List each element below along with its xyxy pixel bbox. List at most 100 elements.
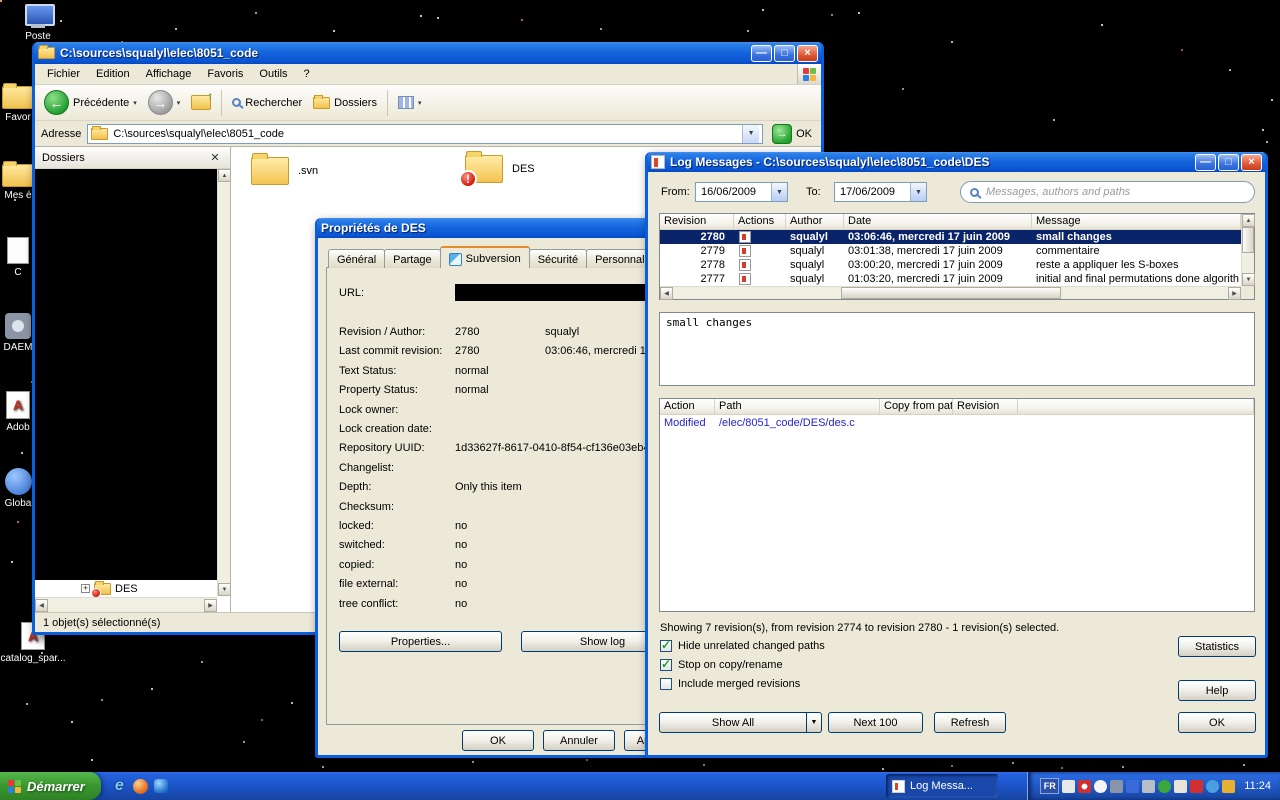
- checkbox-icon[interactable]: [660, 640, 672, 652]
- tray-icon[interactable]: [1062, 780, 1075, 793]
- column-header-path[interactable]: Path: [715, 399, 880, 415]
- search-input[interactable]: [986, 186, 1245, 198]
- from-date-picker[interactable]: 16/06/2009 ▼: [695, 182, 788, 202]
- checkbox-stop-on-copy[interactable]: Stop on copy/rename: [660, 659, 783, 671]
- column-header-copy-from-path[interactable]: Copy from path: [880, 399, 953, 415]
- close-icon[interactable]: ✕: [207, 151, 223, 165]
- scroll-up-icon[interactable]: ▲: [218, 169, 231, 182]
- language-indicator[interactable]: FR: [1040, 778, 1059, 794]
- tab-general[interactable]: Général: [328, 249, 385, 268]
- log-search-box[interactable]: [960, 181, 1255, 203]
- folders-vertical-scrollbar[interactable]: ▲ ▼: [217, 169, 230, 596]
- checkbox-include-merged[interactable]: Include merged revisions: [660, 678, 800, 690]
- scroll-right-icon[interactable]: ▶: [204, 599, 217, 612]
- taskbar-clock[interactable]: 11:24: [1244, 780, 1271, 792]
- chevron-down-icon[interactable]: ▼: [910, 183, 926, 201]
- show-all-dropdown-button[interactable]: ▼: [807, 712, 822, 733]
- go-button[interactable]: → OK: [769, 122, 815, 146]
- close-button[interactable]: ×: [797, 45, 818, 62]
- menu-fichier[interactable]: Fichier: [39, 65, 88, 83]
- scroll-up-icon[interactable]: ▲: [1242, 214, 1255, 227]
- column-header-path-revision[interactable]: Revision: [953, 399, 1018, 415]
- tray-icon[interactable]: [1142, 780, 1155, 793]
- next-100-button[interactable]: Next 100: [828, 712, 923, 733]
- column-header-date[interactable]: Date: [844, 214, 1032, 230]
- cancel-button[interactable]: Annuler: [543, 730, 615, 751]
- scrollbar-thumb[interactable]: [1242, 227, 1254, 253]
- menu-favoris[interactable]: Favoris: [199, 65, 251, 83]
- tray-icon[interactable]: [1078, 780, 1091, 793]
- checkbox-icon[interactable]: [660, 659, 672, 671]
- tray-icon[interactable]: [1094, 780, 1107, 793]
- chevron-down-icon[interactable]: ▼: [771, 183, 787, 201]
- menu-aide[interactable]: ?: [296, 65, 318, 83]
- folders-button[interactable]: Dossiers: [310, 95, 380, 111]
- ok-button[interactable]: OK: [1178, 712, 1256, 733]
- back-button[interactable]: ← Précédente ▾: [41, 88, 140, 117]
- maximize-button[interactable]: □: [774, 45, 795, 62]
- scrollbar-thumb[interactable]: [841, 287, 1061, 299]
- column-header-message[interactable]: Message: [1032, 214, 1241, 230]
- revisions-vertical-scrollbar[interactable]: ▲ ▼: [1241, 214, 1254, 286]
- to-date-picker[interactable]: 17/06/2009 ▼: [834, 182, 927, 202]
- tree-expand-icon[interactable]: +: [81, 584, 90, 593]
- revision-row-2780[interactable]: 2780 squalyl 03:06:46, mercredi 17 juin …: [660, 230, 1241, 244]
- ok-button[interactable]: OK: [462, 730, 534, 751]
- messenger-icon[interactable]: [153, 778, 170, 795]
- revision-row-2777[interactable]: 2777 squalyl 01:03:20, mercredi 17 juin …: [660, 272, 1241, 286]
- tray-icon[interactable]: [1126, 780, 1139, 793]
- show-all-button[interactable]: Show All: [659, 712, 807, 733]
- menu-outils[interactable]: Outils: [251, 65, 295, 83]
- minimize-button[interactable]: —: [751, 45, 772, 62]
- desktop-icon-my-computer[interactable]: Poste: [6, 4, 70, 42]
- tray-icon[interactable]: [1110, 780, 1123, 793]
- tray-icon[interactable]: [1190, 780, 1203, 793]
- address-dropdown-button[interactable]: ▼: [742, 125, 759, 143]
- folders-horizontal-scrollbar[interactable]: ◀ ▶: [35, 597, 217, 612]
- search-button[interactable]: Rechercher: [229, 95, 305, 111]
- checkbox-icon[interactable]: [660, 678, 672, 690]
- tab-subversion[interactable]: Subversion: [440, 246, 530, 268]
- file-tile-svn[interactable]: .svn: [251, 157, 318, 185]
- start-button[interactable]: Démarrer: [0, 772, 101, 800]
- scroll-down-icon[interactable]: ▼: [1242, 273, 1255, 286]
- revisions-horizontal-scrollbar[interactable]: ◀ ▶: [660, 286, 1241, 299]
- tray-icon[interactable]: [1222, 780, 1235, 793]
- properties-button[interactable]: Properties...: [339, 631, 502, 652]
- taskbar-button-log-messages[interactable]: Log Messa...: [886, 774, 998, 798]
- revision-row-2778[interactable]: 2778 squalyl 03:00:20, mercredi 17 juin …: [660, 258, 1241, 272]
- tab-securite[interactable]: Sécurité: [529, 249, 587, 268]
- tab-partage[interactable]: Partage: [384, 249, 441, 268]
- tray-icon[interactable]: [1206, 780, 1219, 793]
- menu-edition[interactable]: Edition: [88, 65, 138, 83]
- firefox-icon[interactable]: [132, 778, 149, 795]
- minimize-button[interactable]: —: [1195, 154, 1216, 171]
- commit-message-box[interactable]: small changes: [659, 312, 1255, 386]
- forward-button[interactable]: → ▾: [145, 88, 184, 117]
- log-titlebar[interactable]: Log Messages - C:\sources\squalyl\elec\8…: [647, 152, 1266, 172]
- column-header-actions[interactable]: Actions: [734, 214, 786, 230]
- help-button[interactable]: Help: [1178, 680, 1256, 701]
- internet-explorer-icon[interactable]: e: [111, 778, 128, 795]
- up-button[interactable]: [188, 93, 214, 112]
- menu-affichage[interactable]: Affichage: [138, 65, 200, 83]
- maximize-button[interactable]: □: [1218, 154, 1239, 171]
- tray-icon[interactable]: [1174, 780, 1187, 793]
- changed-path-row[interactable]: Modified /elec/8051_code/DES/des.c: [660, 415, 1254, 430]
- scroll-left-icon[interactable]: ◀: [35, 599, 48, 612]
- tray-icon[interactable]: [1158, 780, 1171, 793]
- views-button[interactable]: ▾: [395, 94, 425, 111]
- column-header-revision[interactable]: Revision: [660, 214, 734, 230]
- checkbox-hide-unrelated[interactable]: Hide unrelated changed paths: [660, 640, 825, 652]
- statistics-button[interactable]: Statistics: [1178, 636, 1256, 657]
- explorer-titlebar[interactable]: C:\sources\squalyl\elec\8051_code — □ ×: [34, 42, 822, 64]
- file-tile-des[interactable]: ! DES: [465, 155, 535, 183]
- scroll-down-icon[interactable]: ▼: [218, 583, 231, 596]
- close-button[interactable]: ×: [1241, 154, 1262, 171]
- column-header-action[interactable]: Action: [660, 399, 715, 415]
- scroll-right-icon[interactable]: ▶: [1228, 287, 1241, 300]
- address-input[interactable]: C:\sources\squalyl\elec\8051_code ▼: [87, 124, 763, 144]
- tree-item-des[interactable]: + DES: [35, 581, 217, 596]
- scroll-left-icon[interactable]: ◀: [660, 287, 673, 300]
- refresh-button[interactable]: Refresh: [934, 712, 1006, 733]
